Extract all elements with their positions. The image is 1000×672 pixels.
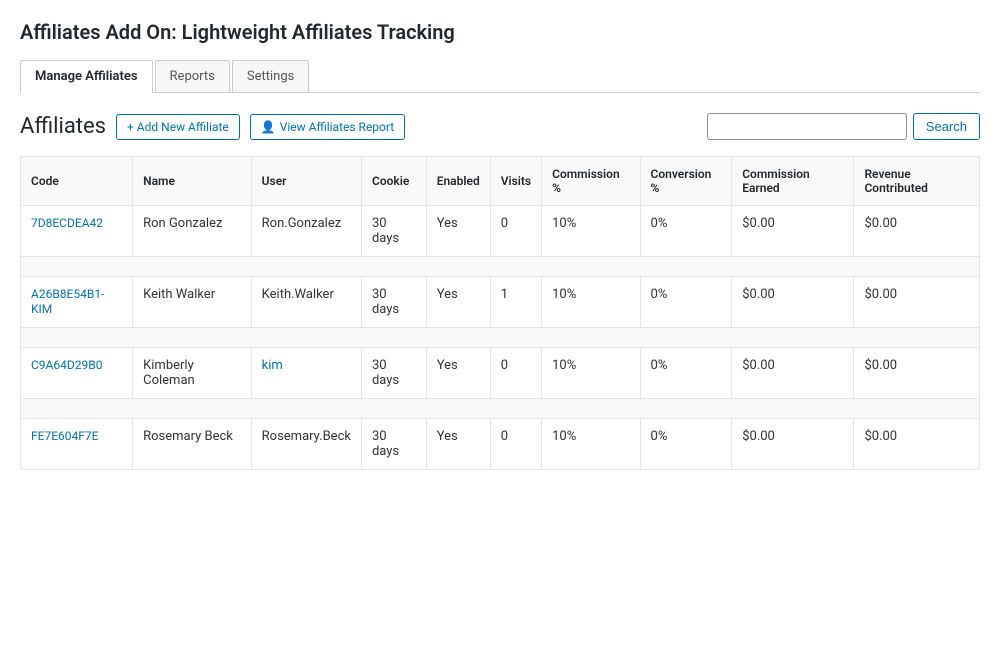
visits-cell: 0 [490, 419, 541, 470]
col-revenue-contributed: Revenue Contributed [854, 157, 980, 206]
enabled-cell: Yes [426, 419, 490, 470]
cookie-cell: 30 days [361, 348, 426, 399]
enabled-cell: Yes [426, 348, 490, 399]
table-row: 7D8ECDEA42 Ron Gonzalez Ron.Gonzalez 30 … [21, 206, 980, 257]
search-input[interactable] [707, 113, 907, 140]
view-affiliates-report-button[interactable]: 👤 View Affiliates Report [250, 114, 405, 140]
user-cell: Rosemary.Beck [251, 419, 361, 470]
col-code: Code [21, 157, 133, 206]
revenue-contributed-cell: $0.00 [854, 348, 980, 399]
commission-pct-cell: 10% [542, 206, 640, 257]
user-link[interactable]: kim [262, 358, 283, 373]
affiliates-header: Affiliates + Add New Affiliate 👤 View Af… [20, 113, 980, 140]
table-row: A26B8E54B1-KIM Keith Walker Keith.Walker… [21, 277, 980, 328]
row-spacer [21, 399, 980, 419]
view-affiliates-label: View Affiliates Report [280, 120, 394, 134]
affiliates-table: Code Name User Cookie Enabled Visits Com… [20, 156, 980, 470]
revenue-contributed-cell: $0.00 [854, 419, 980, 470]
col-cookie: Cookie [361, 157, 426, 206]
conversion-pct-cell: 0% [640, 206, 732, 257]
revenue-contributed-cell: $0.00 [854, 206, 980, 257]
row-spacer [21, 257, 980, 277]
cookie-cell: 30 days [361, 206, 426, 257]
user-cell: Ron.Gonzalez [251, 206, 361, 257]
name-cell: Keith Walker [133, 277, 252, 328]
cookie-cell: 30 days [361, 277, 426, 328]
name-cell: Ron Gonzalez [133, 206, 252, 257]
conversion-pct-cell: 0% [640, 277, 732, 328]
col-enabled: Enabled [426, 157, 490, 206]
enabled-cell: Yes [426, 206, 490, 257]
commission-pct-cell: 10% [542, 419, 640, 470]
name-cell: Rosemary Beck [133, 419, 252, 470]
table-row: C9A64D29B0 Kimberly Coleman kim 30 days … [21, 348, 980, 399]
enabled-cell: Yes [426, 277, 490, 328]
view-affiliates-icon: 👤 [261, 120, 276, 134]
commission-earned-cell: $0.00 [732, 419, 854, 470]
revenue-contributed-cell: $0.00 [854, 277, 980, 328]
search-area: Search [707, 113, 980, 140]
row-spacer [21, 328, 980, 348]
code-link[interactable]: C9A64D29B0 [31, 358, 102, 372]
page-title: Affiliates Add On: Lightweight Affiliate… [20, 20, 980, 44]
table-row: FE7E604F7E Rosemary Beck Rosemary.Beck 3… [21, 419, 980, 470]
add-new-affiliate-button[interactable]: + Add New Affiliate [116, 114, 240, 140]
commission-pct-cell: 10% [542, 277, 640, 328]
visits-cell: 0 [490, 206, 541, 257]
user-cell: kim [251, 348, 361, 399]
tabs-bar: Manage Affiliates Reports Settings [20, 60, 980, 93]
commission-earned-cell: $0.00 [732, 277, 854, 328]
tab-reports[interactable]: Reports [155, 60, 230, 92]
code-link[interactable]: 7D8ECDEA42 [31, 216, 103, 230]
visits-cell: 0 [490, 348, 541, 399]
visits-cell: 1 [490, 277, 541, 328]
conversion-pct-cell: 0% [640, 348, 732, 399]
commission-earned-cell: $0.00 [732, 348, 854, 399]
name-cell: Kimberly Coleman [133, 348, 252, 399]
user-value: Ron.Gonzalez [262, 216, 342, 231]
col-commission-earned: Commission Earned [732, 157, 854, 206]
col-visits: Visits [490, 157, 541, 206]
conversion-pct-cell: 0% [640, 419, 732, 470]
search-button[interactable]: Search [913, 113, 980, 140]
tab-settings[interactable]: Settings [232, 60, 309, 92]
affiliates-header-left: Affiliates + Add New Affiliate 👤 View Af… [20, 114, 405, 140]
user-value: Keith.Walker [262, 287, 334, 302]
code-link[interactable]: A26B8E54B1-KIM [31, 287, 104, 316]
affiliates-section-title: Affiliates [20, 114, 106, 139]
col-user: User [251, 157, 361, 206]
commission-pct-cell: 10% [542, 348, 640, 399]
col-commission-pct: Commission % [542, 157, 640, 206]
col-name: Name [133, 157, 252, 206]
col-conversion-pct: Conversion % [640, 157, 732, 206]
table-header-row: Code Name User Cookie Enabled Visits Com… [21, 157, 980, 206]
cookie-cell: 30 days [361, 419, 426, 470]
tab-manage-affiliates[interactable]: Manage Affiliates [20, 60, 153, 93]
user-cell: Keith.Walker [251, 277, 361, 328]
commission-earned-cell: $0.00 [732, 206, 854, 257]
user-value: Rosemary.Beck [262, 429, 351, 444]
code-link[interactable]: FE7E604F7E [31, 429, 98, 443]
